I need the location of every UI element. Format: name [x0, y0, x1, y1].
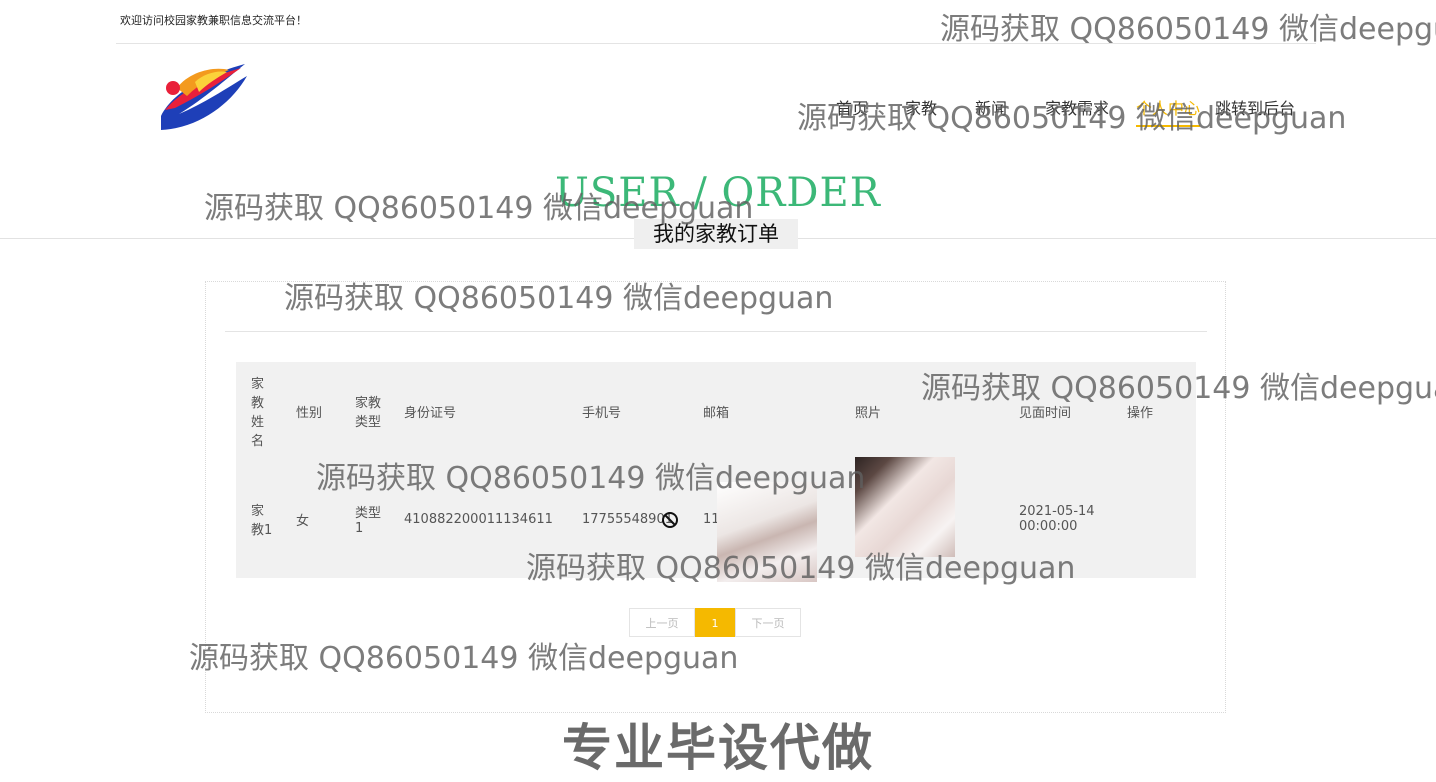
- cell-id-number: 410882200011134611: [404, 511, 553, 527]
- col-header-photo: 照片: [855, 405, 882, 421]
- email-column-photo-image: [717, 482, 817, 582]
- nav-home[interactable]: 首页: [836, 95, 868, 119]
- page-1-button[interactable]: 1: [695, 608, 735, 637]
- meet-clock: 00:00:00: [1019, 519, 1078, 534]
- pagination: 上一页 1 下一页: [629, 608, 801, 637]
- panel-divider: [225, 331, 1207, 332]
- orders-table: 家教姓名 性别 家教类型 身份证号 手机号 邮箱 照片 见面时间 操作 家教1 …: [236, 362, 1196, 578]
- tutor-photo-image: [855, 457, 955, 557]
- col-header-name: 家教姓名: [251, 377, 265, 449]
- cell-photo: [840, 457, 1004, 578]
- section-title-en: USER / ORDER: [555, 170, 881, 216]
- site-logo[interactable]: [155, 58, 251, 134]
- cell-gender: 女: [296, 513, 310, 529]
- cell-name: 家教1: [251, 504, 273, 538]
- cell-action[interactable]: [1112, 460, 1196, 578]
- section-title-cn: 我的家教订单: [634, 219, 798, 249]
- meet-date: 2021-05-14: [1019, 504, 1095, 519]
- promo-banner-text: 专业毕设代做: [562, 719, 874, 777]
- col-header-action: 操作: [1127, 405, 1154, 421]
- cell-type: 类型1: [355, 506, 382, 536]
- nav-admin-link[interactable]: 跳转到后台: [1215, 95, 1295, 119]
- nav-personal-center[interactable]: 个人中心: [1136, 95, 1201, 127]
- nav-tutors[interactable]: 家教: [905, 95, 937, 119]
- nav-tutor-demand[interactable]: 家教需求: [1045, 95, 1109, 119]
- table-header-row: 家教姓名 性别 家教类型 身份证号 手机号 邮箱 照片 见面时间 操作: [236, 362, 1196, 460]
- col-header-id-number: 身份证号: [404, 405, 457, 421]
- welcome-text: 欢迎访问校园家教兼职信息交流平台！: [120, 14, 307, 27]
- watermark-text: 源码获取 QQ86050149 微信deepguan: [940, 12, 1436, 47]
- table-row[interactable]: 家教1 女 类型1 410882200011134611 17755548901…: [236, 457, 1196, 578]
- nav-news[interactable]: 新闻: [975, 95, 1007, 119]
- cell-meet-time: 2021-05-14 00:00:00: [1004, 460, 1112, 578]
- col-header-meet-time: 见面时间: [1019, 405, 1072, 421]
- col-header-phone: 手机号: [582, 405, 622, 421]
- prev-page-button[interactable]: 上一页: [629, 608, 695, 637]
- not-allowed-cursor-icon: [662, 512, 678, 528]
- col-header-type: 家教类型: [355, 396, 382, 430]
- header-divider: [116, 43, 1316, 44]
- next-page-button[interactable]: 下一页: [735, 608, 801, 637]
- col-header-email: 邮箱: [703, 405, 730, 421]
- col-header-gender: 性别: [296, 405, 323, 421]
